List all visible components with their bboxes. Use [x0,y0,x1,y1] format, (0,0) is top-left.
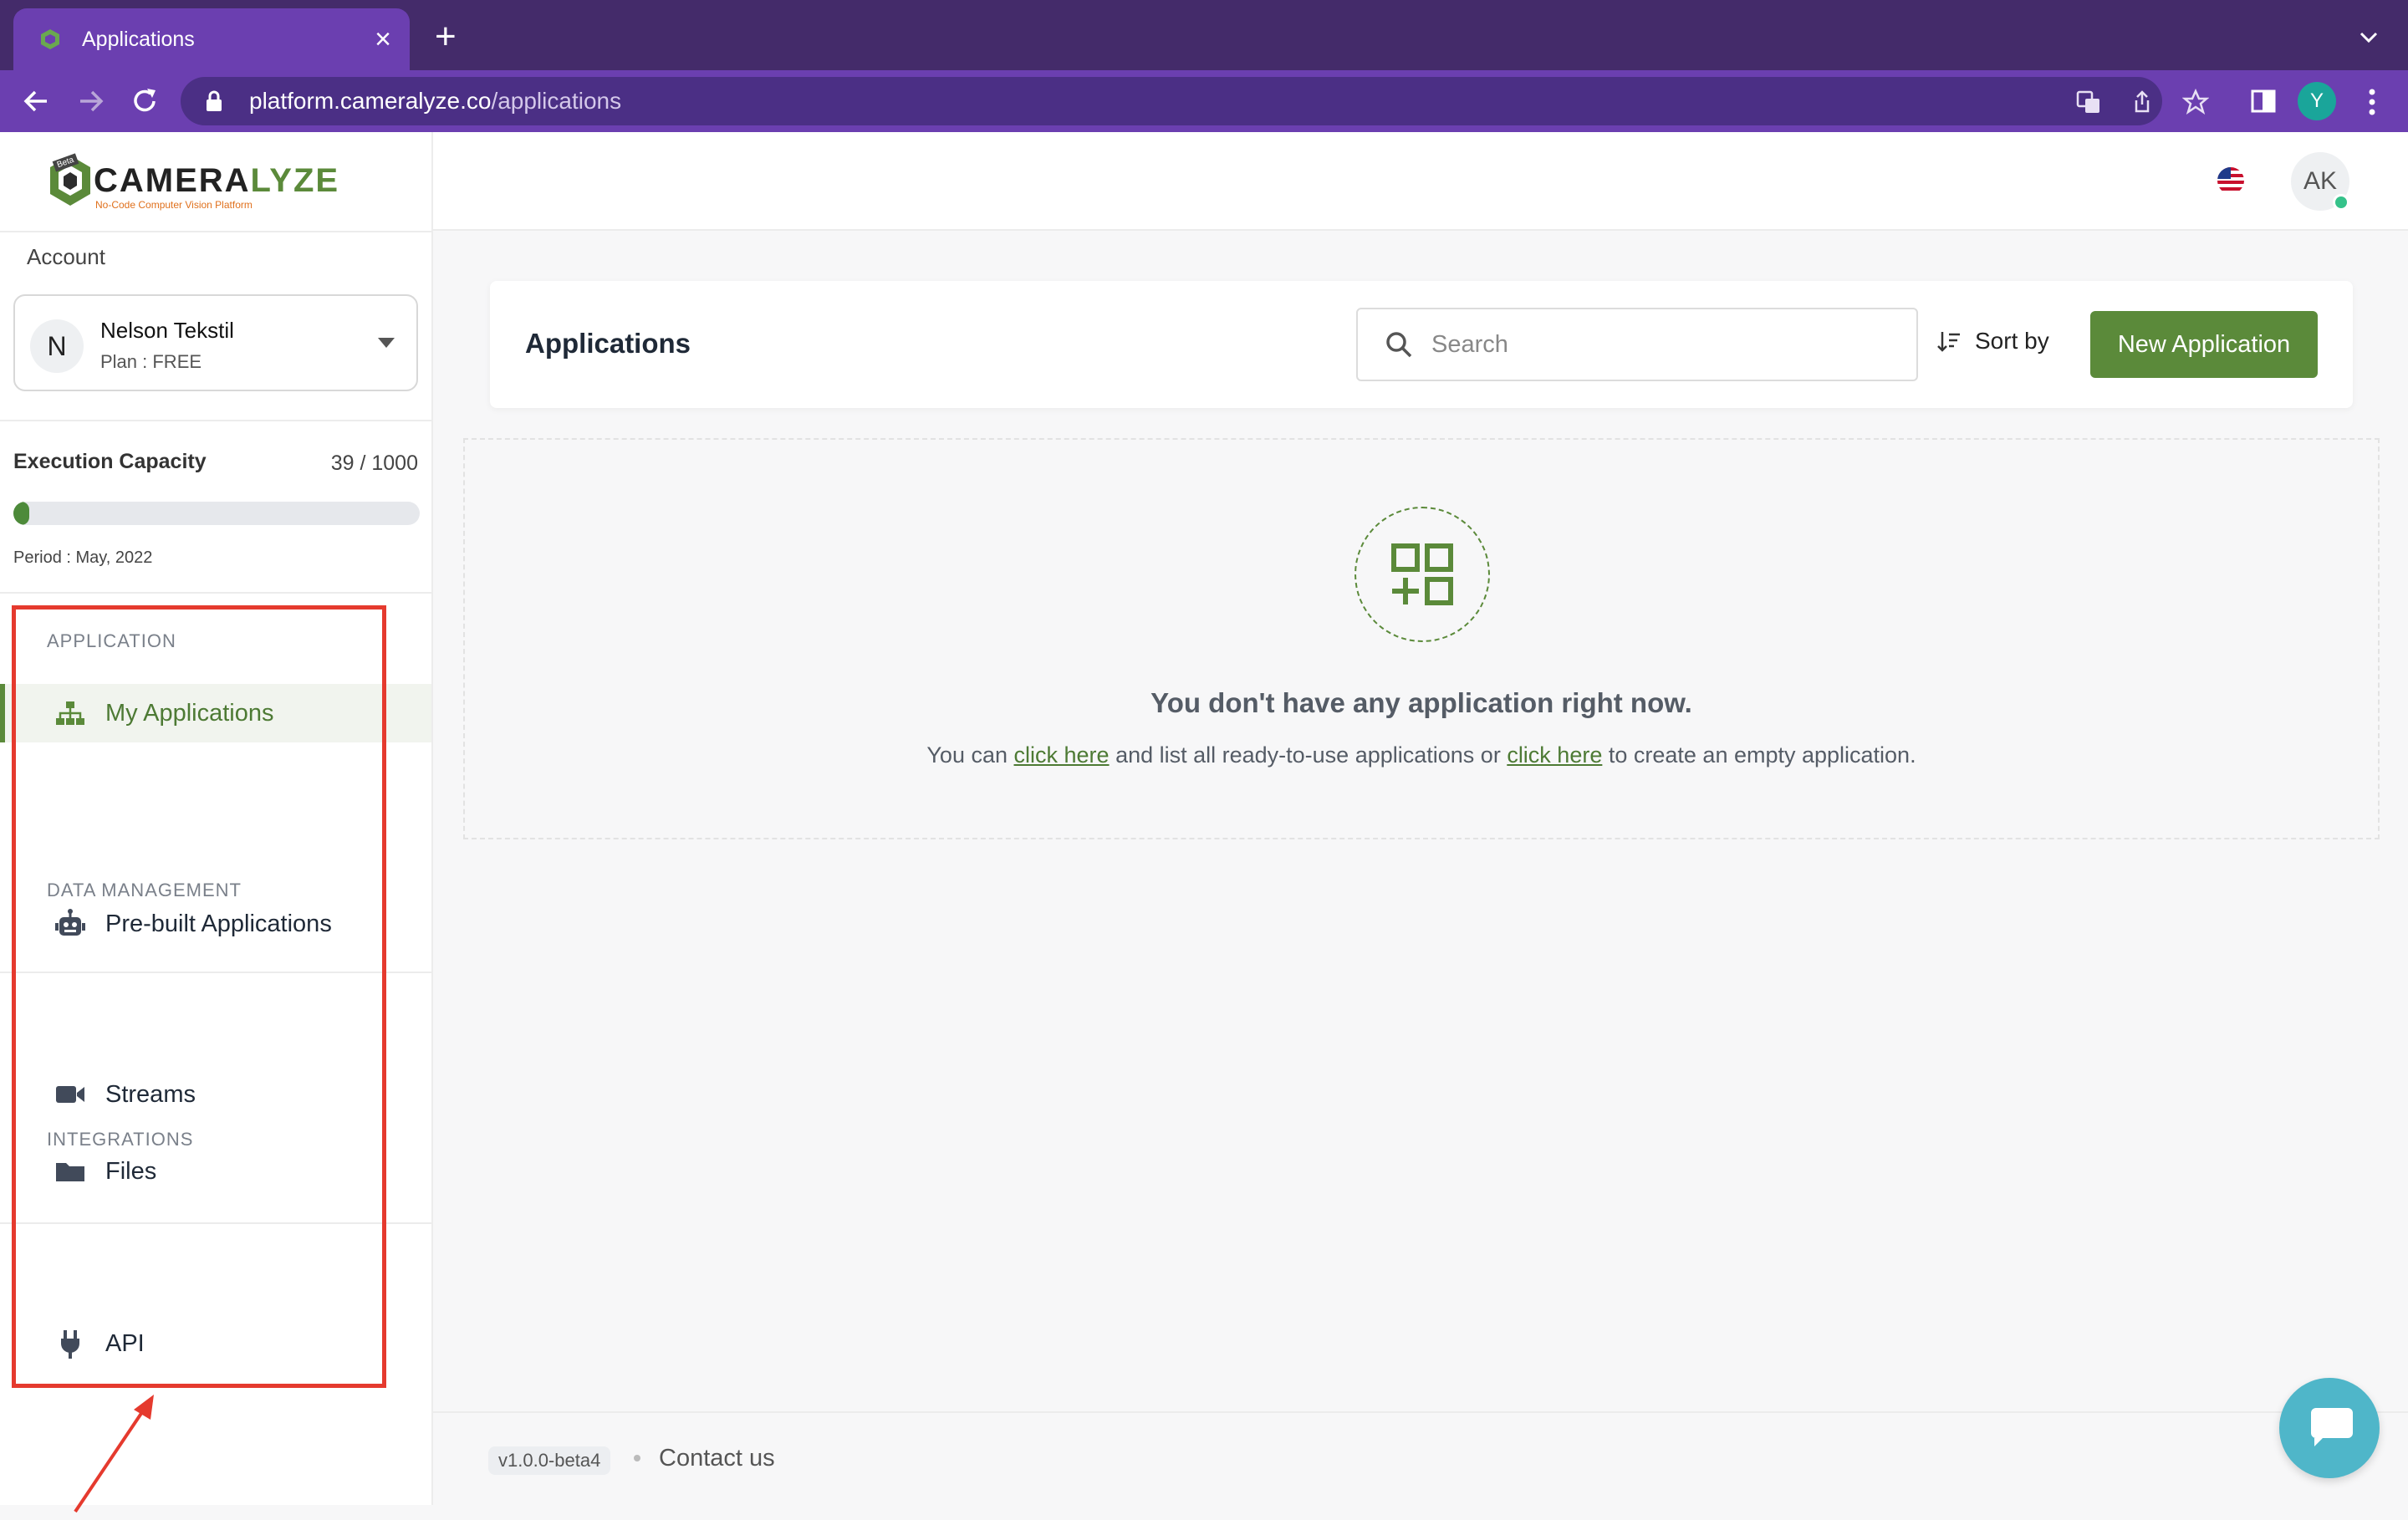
url-text: platform.cameralyze.co/applications [249,88,621,115]
section-label-integrations: INTEGRATIONS [47,1129,194,1150]
translate-icon[interactable] [2075,89,2102,115]
capacity-period: Period : May, 2022 [13,548,153,567]
annotation-arrow-icon [74,1395,154,1513]
divider [0,1222,431,1224]
prebuilt-apps-link[interactable]: click here [1014,742,1110,768]
sidebar: Beta CAMERALYZE No-Code Computer Vision … [0,132,433,1513]
reload-icon[interactable] [127,84,162,119]
sidebar-item-label: API [105,1329,145,1357]
sidebar-item-streams[interactable]: Streams [0,1065,431,1124]
sidebar-item-label: Files [105,1157,157,1185]
browser-toolbar: platform.cameralyze.co/applications Y [0,70,2408,132]
empty-text-3: to create an empty application. [1602,742,1916,768]
kebab-menu-icon[interactable] [2360,85,2385,119]
empty-state: You don't have any application right now… [463,438,2380,839]
logo[interactable]: Beta CAMERALYZE No-Code Computer Vision … [0,132,431,232]
empty-state-icon-container [1354,507,1490,642]
account-switcher[interactable]: N Nelson Tekstil Plan : FREE [13,294,418,391]
sidebar-item-label: Pre-built Applications [105,910,332,937]
capacity-label: Execution Capacity [13,450,207,473]
sidebar-item-label: Streams [105,1080,196,1108]
capacity-value: 39 / 1000 [330,451,418,475]
sidebar-item-files[interactable]: Files [0,1142,431,1201]
version-badge: v1.0.0-beta4 [488,1446,611,1475]
account-label: Account [27,244,105,269]
footer: v1.0.0-beta4 Contact us [433,1411,2408,1505]
empty-text-1: You can [926,742,1014,768]
search-icon [1386,332,1412,358]
chat-launcher-button[interactable] [2279,1378,2380,1478]
add-apps-grid-icon [1391,543,1453,605]
folder-icon [54,1155,87,1188]
tab-title: Applications [82,27,195,51]
sidebar-item-label: My Applications [105,699,274,727]
applications-toolbar-card: Applications Sort by New Application [490,281,2353,408]
sort-icon [1937,332,1960,352]
sidebar-item-my-applications[interactable]: My Applications [0,684,431,742]
empty-state-title: You don't have any application right now… [1150,687,1692,718]
sitemap-icon [54,696,87,730]
capacity-progress-bar [13,502,420,525]
share-icon[interactable] [2129,89,2155,115]
separator-dot [634,1455,640,1461]
empty-text-2: and list all ready-to-use applications o… [1109,742,1508,768]
section-label-application: APPLICATION [47,630,176,651]
sort-by-label: Sort by [1975,328,2049,354]
us-flag-icon[interactable] [2217,167,2244,194]
online-status-dot [2333,194,2349,211]
logo-tagline: No-Code Computer Vision Platform [95,199,253,211]
new-application-button[interactable]: New Application [2090,311,2318,378]
logo-wordmark: CAMERALYZE [94,162,339,200]
tab-close-icon[interactable]: × [375,25,391,54]
account-plan: Plan : FREE [100,351,202,372]
robot-icon [54,907,87,941]
search-field[interactable] [1356,308,1918,381]
empty-state-description: You can click here and list all ready-to… [465,742,2378,768]
address-bar[interactable]: platform.cameralyze.co/applications [181,77,2209,125]
account-name: Nelson Tekstil [100,318,234,343]
browser-tab-bar: Applications × + [0,0,2408,70]
contact-us-link[interactable]: Contact us [659,1445,775,1472]
logo-name-accent: LYZE [250,162,340,199]
section-label-data-management: DATA MANAGEMENT [47,880,242,900]
sidebar-item-api[interactable]: API [0,1314,431,1373]
divider [0,592,431,594]
page-title: Applications [525,328,691,359]
top-header: AK [433,132,2408,231]
logo-name-main: CAMERA [94,162,251,199]
create-empty-app-link[interactable]: click here [1507,742,1602,768]
capacity-progress-fill [13,502,30,525]
cameralyze-favicon-icon [41,29,59,49]
url-path: /applications [491,88,622,114]
bookmark-star-icon[interactable] [2182,89,2209,115]
browser-tab[interactable]: Applications × [13,8,410,70]
divider [0,972,431,973]
back-arrow-icon[interactable] [18,84,54,119]
url-host: platform.cameralyze.co [249,88,492,114]
plug-icon [54,1327,87,1360]
profile-avatar[interactable]: Y [2298,82,2336,120]
new-tab-icon[interactable]: + [435,18,457,55]
search-input[interactable] [1430,329,1901,360]
forward-arrow-icon[interactable] [74,84,109,119]
divider [0,420,431,421]
chat-bubble-icon [2311,1408,2353,1446]
side-panel-icon[interactable] [2246,84,2281,119]
lock-icon [207,90,222,111]
sidebar-item-prebuilt-applications[interactable]: Pre-built Applications [0,895,431,953]
sort-by-button[interactable]: Sort by [1936,328,2049,354]
account-avatar: N [30,319,84,373]
video-camera-icon [54,1078,87,1111]
tab-search-chevron-icon[interactable] [2354,23,2383,52]
caret-down-icon [378,338,395,348]
